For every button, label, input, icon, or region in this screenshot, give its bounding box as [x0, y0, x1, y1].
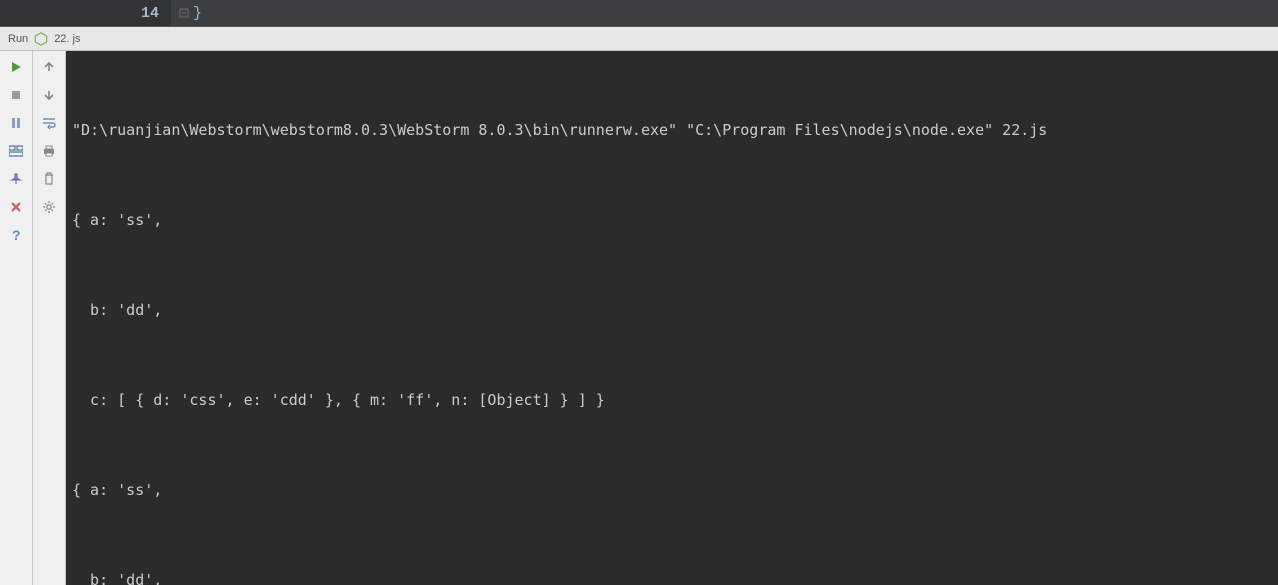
editor-gutter: 14: [0, 0, 171, 26]
console-line: b: 'dd',: [72, 295, 1272, 325]
editor-code-line[interactable]: }: [171, 5, 202, 22]
run-toolbar-secondary: [33, 51, 66, 585]
console-output[interactable]: "D:\ruanjian\Webstorm\webstorm8.0.3\WebS…: [66, 51, 1278, 585]
svg-text:?: ?: [12, 228, 21, 242]
run-toolbar-primary: ?: [0, 51, 33, 585]
help-button[interactable]: ?: [5, 225, 27, 245]
console-line: { a: 'ss',: [72, 475, 1272, 505]
rerun-button[interactable]: [5, 57, 27, 77]
soft-wrap-button[interactable]: [38, 113, 60, 133]
line-number: 14: [141, 5, 159, 22]
restore-layout-button[interactable]: [5, 141, 27, 161]
fold-end-icon[interactable]: [179, 8, 189, 18]
console-line: c: [ { d: 'css', e: 'cdd' }, { m: 'ff', …: [72, 385, 1272, 415]
console-line: b: 'dd',: [72, 565, 1272, 585]
scroll-up-button[interactable]: [38, 57, 60, 77]
editor-strip: 14 }: [0, 0, 1278, 27]
run-tool-header: Run 22. js: [0, 27, 1278, 51]
run-config-name[interactable]: 22. js: [54, 33, 80, 45]
console-command-line: "D:\ruanjian\Webstorm\webstorm8.0.3\WebS…: [72, 115, 1272, 145]
stop-button[interactable]: [5, 85, 27, 105]
settings-icon[interactable]: [38, 197, 60, 217]
code-text: }: [193, 5, 202, 22]
run-panel-body: ? "D:\ruanjian\Webstorm\webstorm8.0.3\We…: [0, 51, 1278, 585]
clear-all-button[interactable]: [38, 169, 60, 189]
print-button[interactable]: [38, 141, 60, 161]
nodejs-icon: [34, 32, 48, 46]
run-tool-label[interactable]: Run: [8, 33, 28, 45]
pause-button[interactable]: [5, 113, 27, 133]
pin-button[interactable]: [5, 169, 27, 189]
close-button[interactable]: [5, 197, 27, 217]
scroll-down-button[interactable]: [38, 85, 60, 105]
console-line: { a: 'ss',: [72, 205, 1272, 235]
